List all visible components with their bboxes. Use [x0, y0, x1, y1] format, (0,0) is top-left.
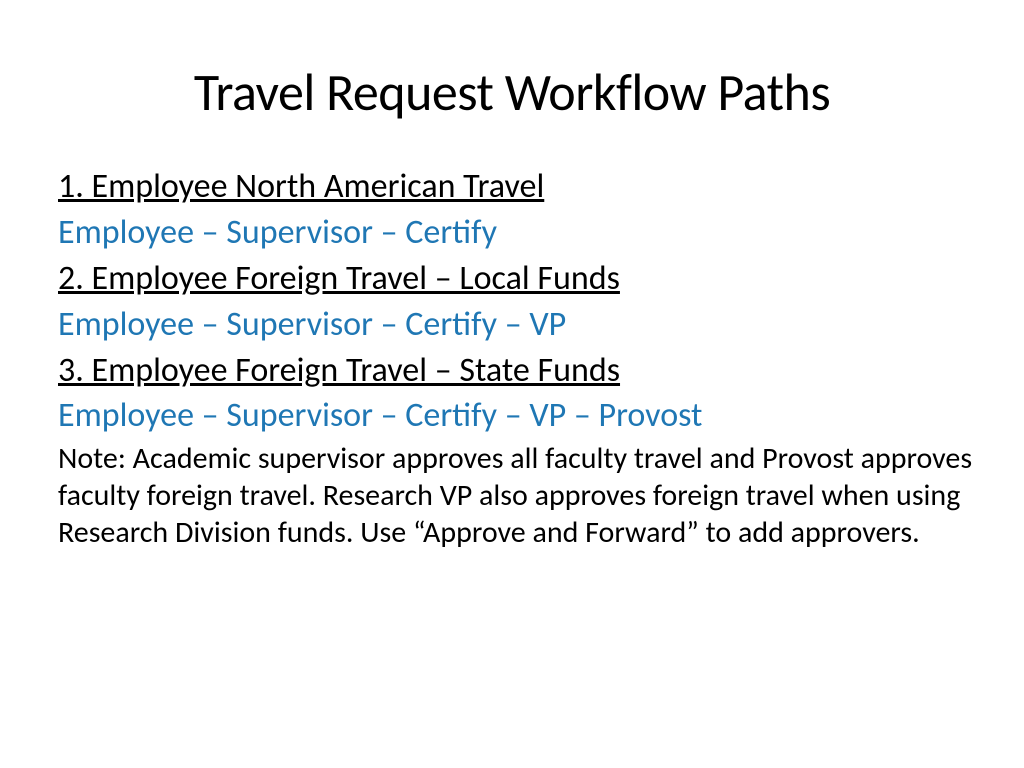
workflow-path-1: Employee – Supervisor – Certify — [58, 210, 974, 256]
workflow-path-3: Employee – Supervisor – Certify – VP – P… — [58, 393, 974, 439]
slide-title: Travel Request Workflow Paths — [50, 60, 974, 124]
workflow-heading-3: 3. Employee Foreign Travel – State Funds — [58, 348, 974, 394]
workflow-heading-1: 1. Employee North American Travel — [58, 164, 974, 210]
slide-note: Note: Academic supervisor approves all f… — [58, 441, 974, 551]
slide-content: 1. Employee North American Travel Employ… — [50, 164, 974, 551]
workflow-path-2: Employee – Supervisor – Certify – VP — [58, 302, 974, 348]
workflow-heading-2: 2. Employee Foreign Travel – Local Funds — [58, 256, 974, 302]
